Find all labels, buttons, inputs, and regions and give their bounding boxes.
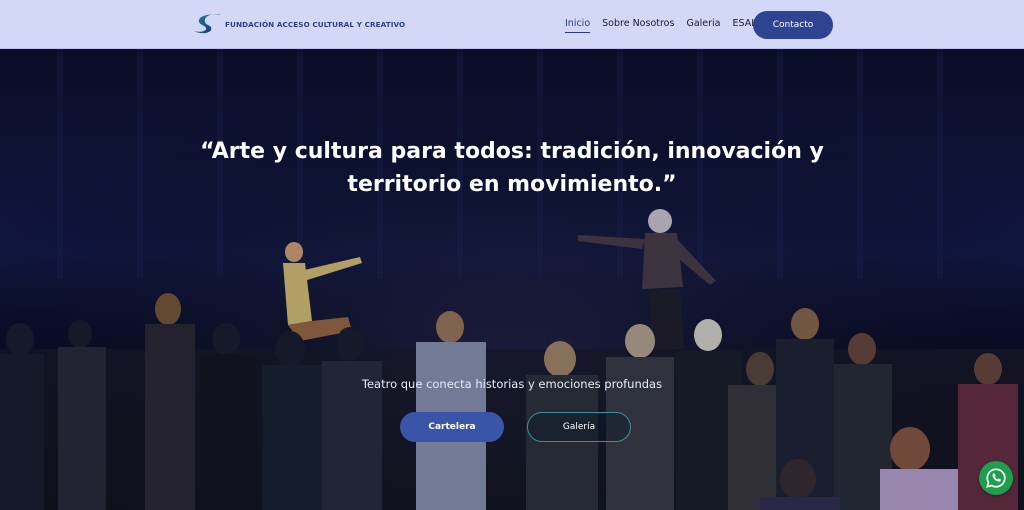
- main-nav: Inicio Sobre Nosotros Galeria ESAL: [565, 18, 769, 33]
- contact-button[interactable]: Contacto: [753, 11, 833, 39]
- brand-logo[interactable]: FUNDACIÓN ACCESO CULTURAL Y CREATIVO: [193, 13, 405, 35]
- hero-background-image: [0, 49, 1024, 510]
- hero-quote-line-1: “Arte y cultura para todos: tradición, i…: [200, 139, 824, 164]
- wave-logo-icon: [194, 13, 223, 34]
- hero-section: “Arte y cultura para todos: tradición, i…: [0, 49, 1024, 510]
- site-header: FUNDACIÓN ACCESO CULTURAL Y CREATIVO Ini…: [0, 0, 1024, 49]
- hero-subtitle: Teatro que conecta historias y emociones…: [361, 377, 663, 391]
- nav-item-sobre-nosotros[interactable]: Sobre Nosotros: [602, 18, 674, 33]
- whatsapp-button[interactable]: [979, 461, 1013, 495]
- brand-name: FUNDACIÓN ACCESO CULTURAL Y CREATIVO: [225, 19, 406, 29]
- whatsapp-icon: [986, 468, 1006, 488]
- galeria-button[interactable]: Galería: [527, 412, 631, 442]
- nav-item-inicio[interactable]: Inicio: [565, 18, 591, 33]
- hero-quote-line-2: territorio en movimiento.”: [347, 172, 677, 197]
- nav-item-galeria[interactable]: Galeria: [686, 18, 720, 33]
- cartelera-button[interactable]: Cartelera: [400, 412, 504, 442]
- hero-quote: “Arte y cultura para todos: tradición, i…: [180, 135, 844, 201]
